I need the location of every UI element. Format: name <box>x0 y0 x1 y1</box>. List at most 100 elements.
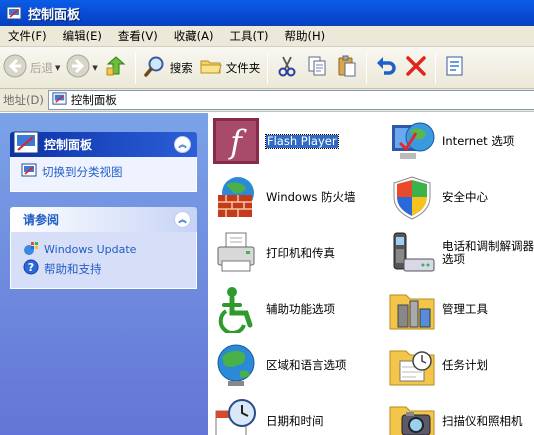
control-panel-section-title: 控制面板 <box>44 138 93 152</box>
address-field[interactable]: 控制面板 <box>47 90 534 110</box>
toolbar-separator <box>267 51 269 84</box>
control-panel-section-header[interactable]: 控制面板 ︽ <box>10 129 197 157</box>
item-label: 安全中心 <box>442 189 488 204</box>
window-title: 控制面板 <box>28 7 81 23</box>
flash-player-icon: f <box>212 117 260 165</box>
windows-update-link[interactable]: Windows Update <box>23 240 188 259</box>
help-support-link[interactable]: ? 帮助和支持 <box>23 259 188 278</box>
item-date-time[interactable]: 日期和时间 <box>212 397 324 435</box>
control-panel-items: f Flash Player Internet 选项 Windows 防火墙 安… <box>208 113 534 435</box>
toolbar-separator <box>134 51 136 84</box>
delete-button[interactable] <box>401 50 431 86</box>
menu-help[interactable]: 帮助(H) <box>277 27 334 46</box>
item-admin-tools[interactable]: 管理工具 <box>388 285 488 333</box>
undo-button[interactable] <box>371 50 401 86</box>
item-accessibility[interactable]: 辅助功能选项 <box>212 285 335 335</box>
menu-tools[interactable]: 工具(T) <box>222 27 277 46</box>
svg-text:?: ? <box>28 261 34 274</box>
item-scheduled-tasks[interactable]: 任务计划 <box>388 341 488 389</box>
firewall-icon <box>212 173 260 221</box>
item-flash-player[interactable]: f Flash Player <box>212 117 339 165</box>
forward-button[interactable]: ▼ <box>63 50 100 86</box>
see-also-section-header[interactable]: 请参阅 ︽ <box>10 207 197 232</box>
toolbar-separator <box>435 51 437 84</box>
item-label: 区域和语言选项 <box>266 357 347 372</box>
back-dropdown-icon[interactable]: ▼ <box>55 64 60 72</box>
item-phone-modem[interactable]: 电话和调制解调器选项 <box>388 229 534 277</box>
paste-button[interactable] <box>332 50 362 86</box>
undo-icon <box>374 54 398 81</box>
item-scanner-camera[interactable]: 扫描仪和照相机 <box>388 397 523 435</box>
paste-icon <box>335 54 359 81</box>
back-arrow-icon <box>3 54 27 81</box>
copy-icon <box>305 54 329 81</box>
views-icon <box>443 54 467 81</box>
item-label: 任务计划 <box>442 357 488 372</box>
menu-bar: 文件(F) 编辑(E) 查看(V) 收藏(A) 工具(T) 帮助(H) <box>0 26 534 47</box>
task-pane: 控制面板 ︽ 切换到分类视图 请参阅 ︽ Windows Update ? 帮助… <box>0 113 208 435</box>
toolbar-separator <box>366 51 368 84</box>
address-label: 地址(D) <box>3 93 44 107</box>
switch-view-label: 切换到分类视图 <box>42 164 123 179</box>
collapse-chevron-icon[interactable]: ︽ <box>174 136 191 153</box>
scissors-icon <box>275 54 299 81</box>
item-regional-language[interactable]: 区域和语言选项 <box>212 341 347 389</box>
item-windows-firewall[interactable]: Windows 防火墙 <box>212 173 356 221</box>
control-panel-icon <box>6 5 22 21</box>
views-button[interactable] <box>440 50 470 86</box>
back-button[interactable]: 后退 ▼ <box>0 50 63 86</box>
item-label: 管理工具 <box>442 301 488 316</box>
help-icon: ? <box>23 259 39 278</box>
item-label: 辅助功能选项 <box>266 301 335 316</box>
folders-icon <box>199 54 223 81</box>
menu-view[interactable]: 查看(V) <box>110 27 166 46</box>
phone-modem-icon <box>388 229 436 277</box>
item-label: 打印机和传真 <box>266 245 335 260</box>
address-value: 控制面板 <box>70 93 117 107</box>
windows-update-label: Windows Update <box>44 243 137 256</box>
internet-options-icon <box>388 117 436 165</box>
delete-icon <box>404 54 428 81</box>
control-panel-section: 控制面板 ︽ 切换到分类视图 <box>10 129 197 192</box>
scheduled-tasks-icon <box>388 341 436 389</box>
menu-favorites[interactable]: 收藏(A) <box>166 27 222 46</box>
printer-icon <box>212 229 260 277</box>
scanner-camera-icon <box>388 397 436 435</box>
help-support-label: 帮助和支持 <box>44 261 102 276</box>
item-label: Internet 选项 <box>442 133 515 148</box>
search-icon <box>143 54 167 81</box>
collapse-chevron-icon[interactable]: ︽ <box>174 211 191 228</box>
up-button[interactable] <box>101 50 131 86</box>
search-label: 搜索 <box>169 60 193 75</box>
forward-arrow-icon <box>66 54 90 81</box>
item-label: 扫描仪和照相机 <box>442 413 523 428</box>
menu-edit[interactable]: 编辑(E) <box>55 27 110 46</box>
item-label: 电话和调制解调器选项 <box>442 239 534 266</box>
cut-button[interactable] <box>272 50 302 86</box>
security-center-icon <box>388 173 436 221</box>
item-label: Windows 防火墙 <box>266 189 356 204</box>
control-panel-small-icon <box>52 91 67 109</box>
switch-category-view-link[interactable]: 切换到分类视图 <box>21 162 188 181</box>
switch-view-icon <box>21 162 37 181</box>
search-button[interactable]: 搜索 <box>140 50 196 86</box>
item-internet-options[interactable]: Internet 选项 <box>388 117 514 165</box>
forward-dropdown-icon[interactable]: ▼ <box>92 64 97 72</box>
folder-up-icon <box>104 54 128 81</box>
back-label: 后退 <box>30 60 53 75</box>
menu-file[interactable]: 文件(F) <box>0 27 55 46</box>
item-label: Flash Player <box>265 133 339 149</box>
item-label: 日期和时间 <box>266 413 324 428</box>
date-time-icon <box>212 397 260 435</box>
windows-update-icon <box>23 240 39 259</box>
copy-button[interactable] <box>302 50 332 86</box>
item-printers-faxes[interactable]: 打印机和传真 <box>212 229 335 277</box>
accessibility-icon <box>212 285 260 335</box>
see-also-section: 请参阅 ︽ Windows Update ? 帮助和支持 <box>10 207 197 289</box>
folders-label: 文件夹 <box>225 60 261 75</box>
item-security-center[interactable]: 安全中心 <box>388 173 488 221</box>
folders-button[interactable]: 文件夹 <box>196 50 264 86</box>
admin-tools-icon <box>388 285 436 333</box>
control-panel-big-icon <box>12 129 40 157</box>
title-bar[interactable]: 控制面板 <box>0 0 534 26</box>
